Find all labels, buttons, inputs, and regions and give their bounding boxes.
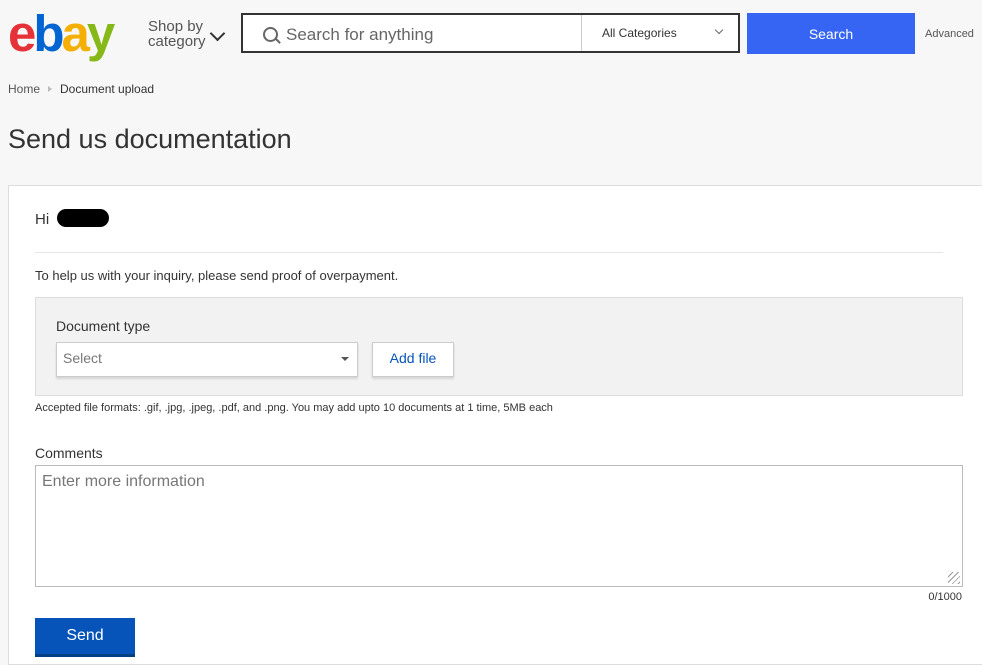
page-title: Send us documentation [8, 124, 292, 154]
chevron-down-icon [714, 25, 724, 35]
document-upload-panel: Document type Select Add file [35, 297, 963, 396]
dropdown-arrow-icon [341, 357, 349, 361]
greeting-text: Hi [35, 211, 50, 228]
search-icon [263, 27, 278, 42]
comments-label: Comments [35, 445, 103, 461]
redacted-username [57, 209, 110, 227]
documentation-form-card: Hi To help us with your inquiry, please … [8, 185, 982, 665]
comments-textarea[interactable] [35, 465, 963, 587]
category-select-value: All Categories [602, 26, 677, 40]
breadcrumb-current: Document upload [60, 82, 155, 96]
add-file-button[interactable]: Add file [372, 342, 454, 377]
category-label: category [148, 33, 206, 50]
category-select[interactable]: All Categories [581, 15, 740, 51]
breadcrumb-home[interactable]: Home [8, 82, 40, 96]
search-input[interactable] [284, 23, 578, 47]
help-text: To help us with your inquiry, please sen… [35, 268, 399, 283]
search-button[interactable]: Search [747, 13, 915, 54]
send-button[interactable]: Send [35, 618, 135, 654]
shop-by-category-button[interactable]: Shop by category [148, 19, 206, 49]
resize-handle-icon[interactable] [948, 572, 960, 584]
breadcrumb: Home Document upload [8, 82, 154, 96]
breadcrumb-separator-icon [48, 86, 53, 92]
accepted-formats-note: Accepted file formats: .gif, .jpg, .jpeg… [35, 402, 553, 414]
character-counter: 0/1000 [928, 591, 962, 603]
ebay-logo[interactable]: ebay [8, 6, 115, 62]
greeting: Hi [35, 209, 110, 228]
search-bar: All Categories [241, 13, 740, 53]
advanced-search-link[interactable]: Advanced [925, 28, 974, 40]
chevron-down-icon[interactable] [209, 25, 226, 42]
shop-by-label: Shop by [148, 18, 204, 35]
document-type-label: Document type [56, 318, 151, 334]
site-header: ebay Shop by category All Categories Sea… [0, 0, 982, 70]
document-type-select-value: Select [63, 350, 102, 366]
divider [35, 252, 943, 253]
document-type-select[interactable]: Select [56, 342, 358, 377]
